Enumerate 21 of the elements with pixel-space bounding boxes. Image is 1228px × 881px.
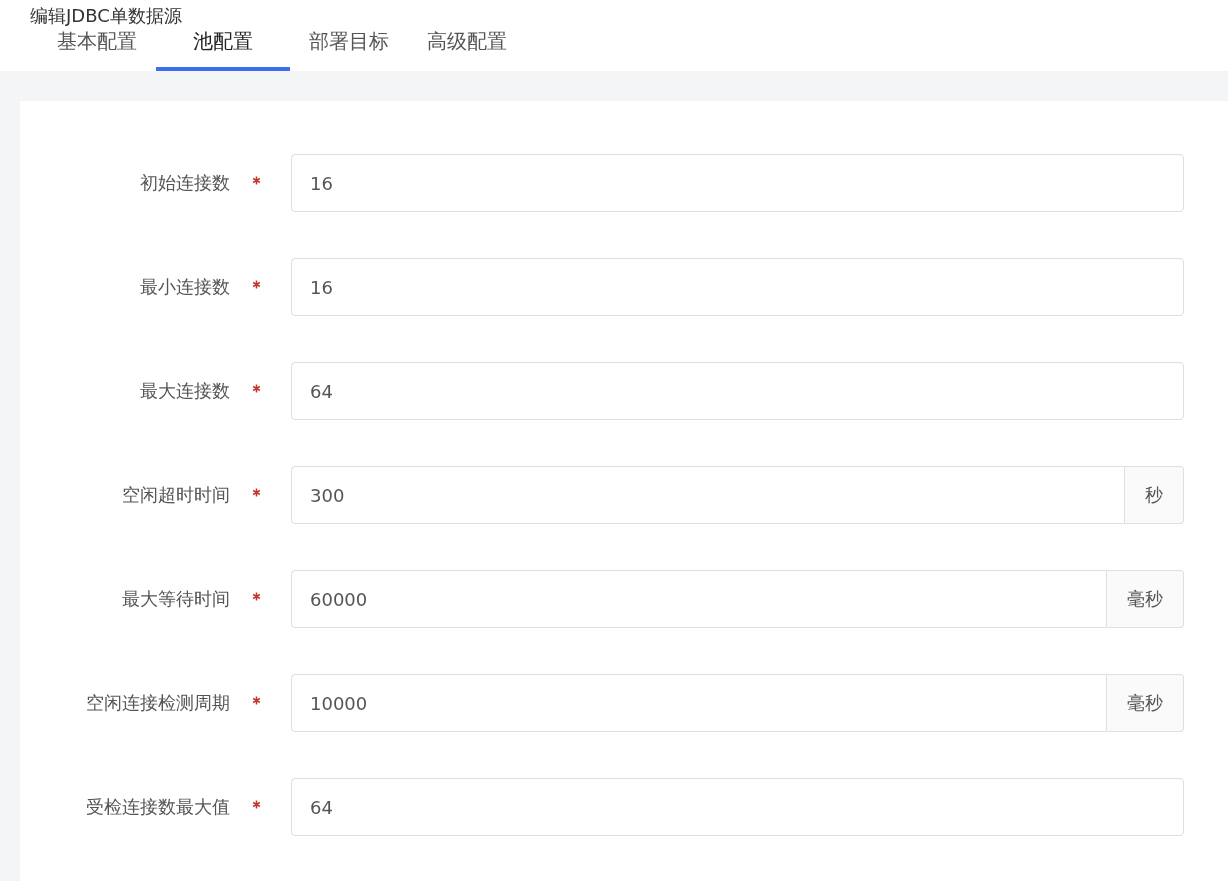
tab[interactable]: 部署目标 xyxy=(290,28,408,71)
input-field[interactable]: 16 xyxy=(291,258,1184,316)
field-label: 空闲连接检测周期 xyxy=(86,692,230,713)
field-label: 空闲超时时间 xyxy=(122,484,230,505)
tab[interactable]: 高级配置 xyxy=(408,28,526,71)
input-field[interactable]: 300 xyxy=(291,466,1125,524)
input-field[interactable]: 10000 xyxy=(291,674,1107,732)
input-field[interactable]: 16 xyxy=(291,154,1184,212)
field-label: 最大等待时间 xyxy=(122,588,230,609)
field-label: 受检连接数最大值 xyxy=(86,796,230,817)
field-label: 最大连接数 xyxy=(140,380,230,401)
unit-suffix: 毫秒 xyxy=(1107,674,1184,732)
tab[interactable]: 基本配置 xyxy=(38,28,156,71)
page-title: 编辑JDBC单数据源 xyxy=(29,4,183,28)
field-label: 初始连接数 xyxy=(140,172,230,193)
unit-suffix: 秒 xyxy=(1125,466,1184,524)
input-field[interactable]: 64 xyxy=(291,362,1184,420)
unit-suffix: 毫秒 xyxy=(1107,570,1184,628)
field-label: 最小连接数 xyxy=(140,276,230,297)
input-field[interactable]: 64 xyxy=(291,778,1184,836)
input-field[interactable]: 60000 xyxy=(291,570,1107,628)
